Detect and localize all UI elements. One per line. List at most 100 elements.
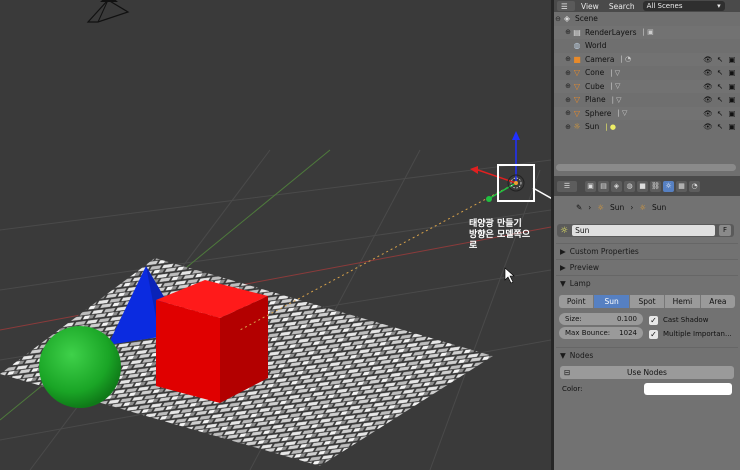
mesh-icon: ▽ xyxy=(573,68,581,78)
physics-tab-icon[interactable]: ◔ xyxy=(689,180,700,192)
tree-item-label: RenderLayers xyxy=(585,27,637,37)
restrict-columns: 👁 ↖ ▣ xyxy=(703,54,737,64)
lamp-panel-header[interactable]: ▼ Lamp xyxy=(556,275,738,291)
eye-icon[interactable]: 👁 xyxy=(703,68,713,78)
tree-item-cone[interactable]: ⊕ ▽ Cone | ▽ 👁 ↖ ▣ xyxy=(554,66,740,80)
mesh-data-icon: | ▽ xyxy=(610,68,621,77)
sun-direction-line xyxy=(239,182,517,331)
render-icon[interactable]: ▣ xyxy=(727,122,737,132)
render-icon[interactable]: ▣ xyxy=(727,95,737,105)
lamp-checkbox-column: ✓ Cast Shadow ✓ Multiple Importan... xyxy=(649,313,732,341)
lamp-type-point[interactable]: Point xyxy=(559,295,595,308)
max-bounce-label: Max Bounce: xyxy=(565,329,611,337)
eye-icon[interactable]: 👁 xyxy=(703,81,713,91)
custom-properties-panel-header[interactable]: ▶ Custom Properties xyxy=(556,243,738,259)
tree-item-sun[interactable]: ⊕ ☼ Sun | ● 👁 ↖ ▣ xyxy=(554,120,740,134)
render-tab-icon[interactable]: ▣ xyxy=(585,180,596,192)
render-icon[interactable]: ▣ xyxy=(727,54,737,64)
expand-icon[interactable]: ⊕ xyxy=(564,123,572,131)
mesh-data-icon: | ▽ xyxy=(611,95,622,104)
tree-item-camera[interactable]: ⊕ ■ Camera | ◔ 👁 ↖ ▣ xyxy=(554,52,740,66)
preview-panel-header[interactable]: ▶ Preview xyxy=(556,259,738,275)
world-tab-icon[interactable]: ◍ xyxy=(624,180,635,192)
lamp-type-sun[interactable]: Sun xyxy=(594,295,630,308)
render-icon[interactable]: ▣ xyxy=(727,81,737,91)
lamp-type-area[interactable]: Area xyxy=(700,295,736,308)
panel-title: Lamp xyxy=(569,279,591,288)
cursor-icon[interactable]: ↖ xyxy=(715,122,725,132)
tree-item-cube[interactable]: ⊕ ▽ Cube | ▽ 👁 ↖ ▣ xyxy=(554,79,740,93)
outliner-panel[interactable]: ☰ View Search All Scenes ▾ ⊖ ◈ Scene ⊕ ▤… xyxy=(554,0,740,176)
panel-title: Nodes xyxy=(569,351,594,360)
camera-object[interactable] xyxy=(86,0,130,23)
search-menu[interactable]: Search xyxy=(605,2,639,11)
restrict-columns: 👁 ↖ ▣ xyxy=(703,108,737,118)
expand-icon[interactable]: ⊕ xyxy=(564,69,572,77)
cursor-icon[interactable]: ↖ xyxy=(715,81,725,91)
editor-type-button[interactable]: ☰ xyxy=(557,180,577,192)
view-menu[interactable]: View xyxy=(577,2,603,11)
tree-item-label: Cube xyxy=(585,81,605,91)
editor-type-button[interactable]: ☰ xyxy=(557,1,575,11)
disclosure-triangle-icon: ▼ xyxy=(560,351,566,360)
properties-panel[interactable]: ☰ ▣ ▤ ◈ ◍ ■ ⛓ ☼ ▦ ◔ ✎ › ☼ Sun › ☼ Sun ☼ … xyxy=(554,176,740,470)
expand-icon[interactable]: ⊕ xyxy=(564,82,572,90)
sphere-object[interactable] xyxy=(39,326,121,408)
eye-icon[interactable]: 👁 xyxy=(703,108,713,118)
eye-icon[interactable]: 👁 xyxy=(703,54,713,64)
expand-icon[interactable]: ⊕ xyxy=(564,109,572,117)
render-layers-tab-icon[interactable]: ▤ xyxy=(598,180,609,192)
eye-icon[interactable]: 👁 xyxy=(703,95,713,105)
tree-item-renderlayers[interactable]: ⊕ ▤ RenderLayers | ▣ xyxy=(554,25,740,39)
cursor-icon[interactable]: ↖ xyxy=(715,68,725,78)
object-tab-icon[interactable]: ■ xyxy=(637,180,648,192)
tree-item-plane[interactable]: ⊕ ▽ Plane | ▽ 👁 ↖ ▣ xyxy=(554,93,740,107)
eye-icon[interactable]: 👁 xyxy=(703,122,713,132)
properties-context-bar: ☰ ▣ ▤ ◈ ◍ ■ ⛓ ☼ ▦ ◔ xyxy=(554,176,740,196)
render-icon[interactable]: ▣ xyxy=(727,108,737,118)
collapse-icon[interactable]: ⊖ xyxy=(554,15,562,23)
disclosure-triangle-icon: ▶ xyxy=(560,247,566,256)
max-bounce-field[interactable]: Max Bounce: 1024 xyxy=(559,327,643,339)
texture-tab-icon[interactable]: ▦ xyxy=(676,180,687,192)
lamp-type-hemi[interactable]: Hemi xyxy=(665,295,701,308)
breadcrumb-object[interactable]: Sun xyxy=(610,203,624,212)
lamp-type-spot[interactable]: Spot xyxy=(629,295,666,308)
tree-item-world[interactable]: ◍ World xyxy=(554,39,740,53)
use-nodes-label: Use Nodes xyxy=(627,368,667,377)
tree-item-scene[interactable]: ⊖ ◈ Scene xyxy=(554,12,740,26)
cube-object[interactable] xyxy=(156,280,268,403)
lamp-name-field[interactable]: Sun xyxy=(572,225,715,236)
size-field[interactable]: Size: 0.100 xyxy=(559,313,643,325)
breadcrumb-data[interactable]: Sun xyxy=(652,203,666,212)
cursor-icon[interactable]: ↖ xyxy=(715,54,725,64)
color-swatch[interactable] xyxy=(644,383,732,395)
use-nodes-button[interactable]: ⊟ Use Nodes xyxy=(560,366,734,379)
annotation-arrow xyxy=(532,187,551,200)
cast-shadow-checkbox[interactable]: ✓ Cast Shadow xyxy=(649,313,732,327)
fake-user-button[interactable]: F xyxy=(719,225,731,236)
lamp-browse-icon[interactable]: ☼ xyxy=(560,226,568,236)
expand-icon[interactable]: ⊕ xyxy=(564,96,572,104)
expand-icon[interactable]: ⊕ xyxy=(564,55,572,63)
size-label: Size: xyxy=(565,315,582,323)
constraints-tab-icon[interactable]: ⛓ xyxy=(650,180,661,192)
3d-viewport[interactable]: 태양광 만들기 방향은 모델쪽으 로 xyxy=(0,0,551,470)
scene-tab-icon[interactable]: ◈ xyxy=(611,180,622,192)
nodes-panel-header[interactable]: ▼ Nodes xyxy=(556,347,738,363)
lamp-data-tab-icon[interactable]: ☼ xyxy=(663,180,674,192)
cursor-icon[interactable]: ↖ xyxy=(715,95,725,105)
disclosure-triangle-icon: ▶ xyxy=(560,263,566,272)
expand-icon[interactable]: ⊕ xyxy=(564,28,572,36)
multiple-importance-checkbox[interactable]: ✓ Multiple Importan... xyxy=(649,327,732,341)
render-icon[interactable]: ▣ xyxy=(727,68,737,78)
cursor-icon[interactable]: ↖ xyxy=(715,108,725,118)
scene-display-select[interactable]: All Scenes ▾ xyxy=(642,1,725,11)
pin-icon[interactable]: ✎ xyxy=(576,203,582,212)
annotation-line-1: 태양광 만들기 xyxy=(469,219,522,229)
lamp-datablock-selector[interactable]: ☼ Sun F xyxy=(557,224,734,237)
world-icon: ◍ xyxy=(573,41,581,51)
outliner-scrollbar[interactable] xyxy=(556,164,736,171)
render-layers-icon: ▤ xyxy=(573,27,581,37)
tree-item-sphere[interactable]: ⊕ ▽ Sphere | ▽ 👁 ↖ ▣ xyxy=(554,106,740,120)
